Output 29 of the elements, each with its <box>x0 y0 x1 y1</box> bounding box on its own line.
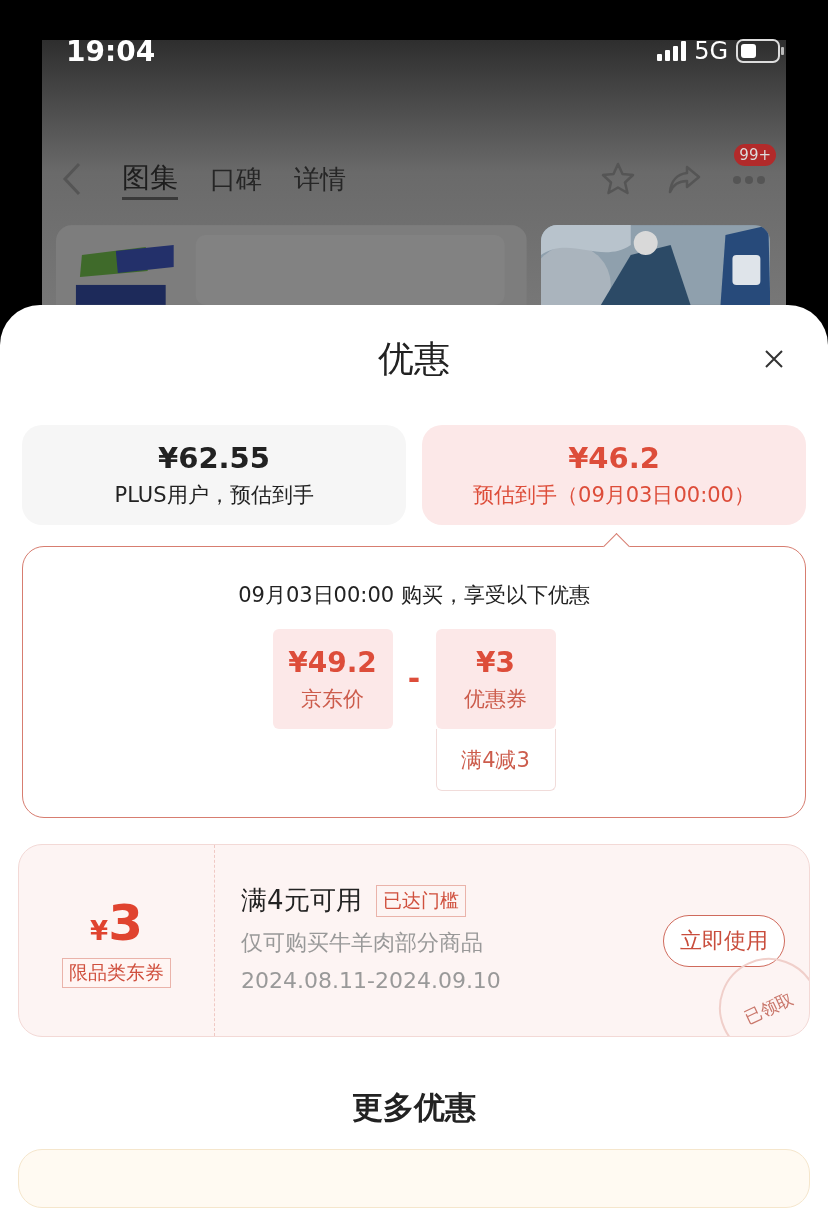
component-label: 优惠券 <box>464 685 527 713</box>
coupon-type-tag: 限品类东券 <box>62 957 171 988</box>
coupon-condition: 满4减3 <box>435 729 556 792</box>
component-label: 京东价 <box>301 685 364 713</box>
component-amount: ¥49.2 <box>288 645 377 679</box>
section-title: 更多优惠 <box>352 1088 476 1128</box>
back-icon[interactable] <box>62 162 82 196</box>
price-option[interactable]: ¥46.2 预估到手（09月03日00:00） <box>422 425 806 526</box>
nav-tab[interactable]: 图集 <box>122 158 178 200</box>
sheet-title: 优惠 <box>378 337 450 381</box>
nav-tab[interactable]: 口碑 <box>210 158 262 200</box>
nav-tab[interactable]: 详情 <box>294 158 346 200</box>
status-time: 19:04 <box>66 34 157 68</box>
network-label: 5G <box>694 37 728 65</box>
minus-sign: - <box>406 660 422 699</box>
use-now-button[interactable]: 立即使用 <box>663 914 785 967</box>
notification-badge: 99+ <box>734 143 776 166</box>
coupon-title: 满4元可用 <box>241 884 362 918</box>
star-icon[interactable] <box>600 161 636 197</box>
signal-icon <box>657 41 687 61</box>
component-amount: ¥3 <box>476 645 515 679</box>
close-icon[interactable] <box>764 349 784 369</box>
status-tag: 已达门槛 <box>375 884 466 917</box>
coupon-description: 仅可购买牛羊肉部分商品 <box>241 929 484 958</box>
coupon-amount: ¥3 <box>90 893 143 952</box>
price-option[interactable]: ¥62.55 PLUS用户，预估到手 <box>22 425 406 526</box>
breakdown-heading: 09月03日00:00 购买，享受以下优惠 <box>238 582 590 610</box>
coupon-validity: 2024.08.11-2024.09.10 <box>241 968 502 994</box>
battery-icon <box>736 39 786 63</box>
